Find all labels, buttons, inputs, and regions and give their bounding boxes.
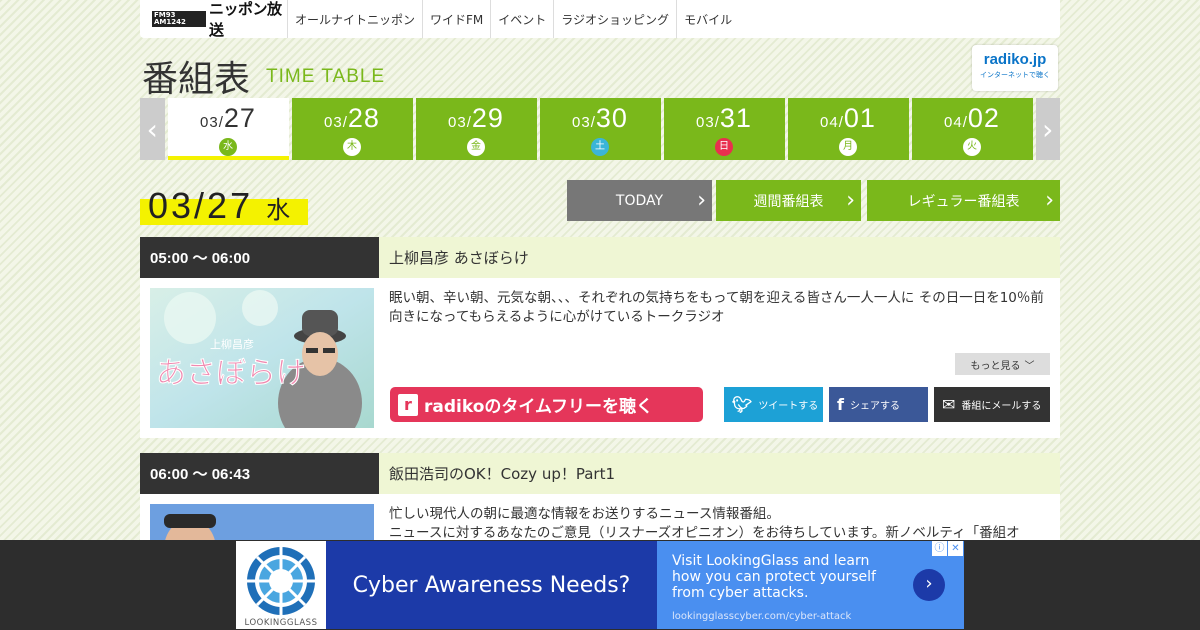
next-week-arrow-icon[interactable]: › <box>1035 98 1060 160</box>
date-tab[interactable]: 04/01 月 <box>787 98 909 160</box>
weekday-badge: 水 <box>219 138 237 156</box>
thumbnail-host-name: 上柳昌彦 <box>210 337 254 351</box>
current-date-value: 03/27 <box>148 185 254 226</box>
date-day: 01 <box>843 103 876 133</box>
facebook-icon: f <box>837 395 844 414</box>
ad-brand-logo: LOOKINGGLASS <box>236 541 326 629</box>
date-month: 03/ <box>572 114 596 131</box>
chevron-right-icon[interactable]: › <box>913 569 945 601</box>
weekday-badge: 土 <box>591 138 609 156</box>
more-button-label: もっと見る <box>970 360 1021 372</box>
program-title[interactable]: 上柳昌彦 あさぼらけ <box>379 237 1060 278</box>
top-nav: FM93 AM1242 ニッポン放送 オールナイトニッポン ワイドFM イベント… <box>140 0 1060 39</box>
tweet-button[interactable]: 🐦︎ ツイートする <box>724 387 823 422</box>
chevron-right-icon: › <box>1045 188 1054 213</box>
ad-copy: Visit LookingGlass and learn how you can… <box>672 553 876 601</box>
nav-item-mobile[interactable]: モバイル <box>677 0 739 38</box>
date-tab[interactable]: 04/02 火 <box>911 98 1033 160</box>
ad-url: lookingglasscyber.com/cyber-attack <box>672 611 852 622</box>
radiko-link[interactable]: radiko.jp インターネットで聴く <box>972 45 1058 91</box>
date-month: 03/ <box>200 114 224 131</box>
weekly-schedule-button[interactable]: 週間番組表 › <box>716 180 861 221</box>
date-tab[interactable]: 03/28 木 <box>291 98 413 160</box>
date-month: 03/ <box>448 114 472 131</box>
current-date: 03/27 水 <box>140 185 308 226</box>
date-day: 28 <box>347 103 380 133</box>
weekly-schedule-label: 週間番組表 <box>753 193 824 210</box>
date-month: 03/ <box>324 114 348 131</box>
thumbnail-logo-text: あさぼらけ <box>156 356 306 391</box>
weekday-badge: 日 <box>715 138 733 156</box>
date-tab[interactable]: 03/30 土 <box>539 98 661 160</box>
today-button-label: TODAY <box>615 192 664 209</box>
share-label: シェアする <box>849 401 900 412</box>
date-month: 03/ <box>696 114 720 131</box>
program-description: 忙しい現代人の朝に最適な情報をお送りするニュース情報番組。 ニュースに対するあな… <box>389 506 1020 541</box>
radiko-icon: r <box>398 393 418 416</box>
page-subtitle: TIME TABLE <box>266 66 386 87</box>
chevron-down-icon: ﹀ <box>1024 360 1035 372</box>
weekday-badge: 金 <box>467 138 485 156</box>
program-description: 眠い朝、辛い朝、元気な朝、、、それぞれの気持ちをもって朝を迎える皆さん一人一人に… <box>389 290 1044 325</box>
date-tab[interactable]: 03/27 水 <box>167 98 289 160</box>
page-title: 番組表 <box>142 59 251 100</box>
radiko-timefree-label: radikoのタイムフリーを聴く <box>424 397 654 417</box>
advertisement[interactable]: LOOKINGGLASS Cyber Awareness Needs? Visi… <box>236 541 964 629</box>
chevron-right-icon: › <box>846 188 855 213</box>
weekday-badge: 月 <box>839 138 857 156</box>
tweet-label: ツイートする <box>758 401 819 412</box>
logo-text: ニッポン放送 <box>209 0 282 39</box>
date-day: 29 <box>471 103 504 133</box>
logo-frequency: FM93 AM1242 <box>152 11 207 27</box>
nav-item-shopping[interactable]: ラジオショッピング <box>554 0 678 38</box>
date-day: 02 <box>967 103 1000 133</box>
radiko-timefree-button[interactable]: r radikoのタイムフリーを聴く <box>390 387 703 422</box>
program-thumbnail[interactable]: 上柳昌彦 あさぼらけ <box>150 288 374 428</box>
date-tab[interactable]: 03/31 日 <box>663 98 785 160</box>
date-day: 27 <box>223 103 256 133</box>
mail-label: 番組にメールする <box>961 401 1042 412</box>
current-weekday: 水 <box>266 197 291 224</box>
nav-item-allnightnippon[interactable]: オールナイトニッポン <box>288 0 424 38</box>
facebook-share-button[interactable]: f シェアする <box>829 387 928 422</box>
date-day: 30 <box>595 103 628 133</box>
station-logo[interactable]: FM93 AM1242 ニッポン放送 <box>140 0 288 39</box>
ad-controls: ⓘ ✕ <box>931 541 963 556</box>
today-button[interactable]: TODAY › <box>567 180 712 221</box>
program-time: 06:00 ～ 06:43 <box>140 453 379 494</box>
ad-copy-panel: Visit LookingGlass and learn how you can… <box>657 541 964 629</box>
program-time: 05:00 ～ 06:00 <box>140 237 379 278</box>
ad-headline: Cyber Awareness Needs? <box>326 541 657 629</box>
regular-schedule-button[interactable]: レギュラー番組表 › <box>867 180 1060 221</box>
weekday-badge: 火 <box>963 138 981 156</box>
close-icon[interactable]: ✕ <box>948 541 963 556</box>
mail-button[interactable]: ✉ 番組にメールする <box>934 387 1050 422</box>
program-item: 05:00 ～ 06:00 上柳昌彦 あさぼらけ 上柳昌彦 あさぼらけ 眠い朝、… <box>140 237 1060 438</box>
radiko-logo: radiko.jp <box>983 51 1047 68</box>
prev-week-arrow-icon[interactable]: ‹ <box>140 98 165 160</box>
chevron-right-icon: › <box>697 188 706 213</box>
date-month: 04/ <box>820 114 844 131</box>
date-tabs: 03/27 水 03/28 木 03/29 金 03/30 土 03/31 日 … <box>167 98 1033 160</box>
date-tab[interactable]: 03/29 金 <box>415 98 537 160</box>
ad-info-icon[interactable]: ⓘ <box>932 541 947 556</box>
page: FM93 AM1242 ニッポン放送 オールナイトニッポン ワイドFM イベント… <box>140 0 1060 594</box>
program-title[interactable]: 飯田浩司のOK！Cozy up！Part1 <box>379 453 1060 494</box>
date-strip: ‹ 03/27 水 03/28 木 03/29 金 03/30 土 03/31 … <box>140 98 1060 160</box>
date-day: 31 <box>719 103 752 133</box>
mail-icon: ✉ <box>942 395 956 414</box>
more-button[interactable]: もっと見る ﹀ <box>955 353 1050 375</box>
ad-brand-name: LOOKINGGLASS <box>244 618 318 628</box>
radiko-tagline: インターネットで聴く <box>980 71 1050 79</box>
weekday-badge: 木 <box>343 138 361 156</box>
date-month: 04/ <box>944 114 968 131</box>
nav-item-widefm[interactable]: ワイドFM <box>423 0 492 38</box>
regular-schedule-label: レギュラー番組表 <box>907 193 1020 210</box>
twitter-icon: 🐦︎ <box>732 395 753 414</box>
nav-item-event[interactable]: イベント <box>491 0 555 38</box>
